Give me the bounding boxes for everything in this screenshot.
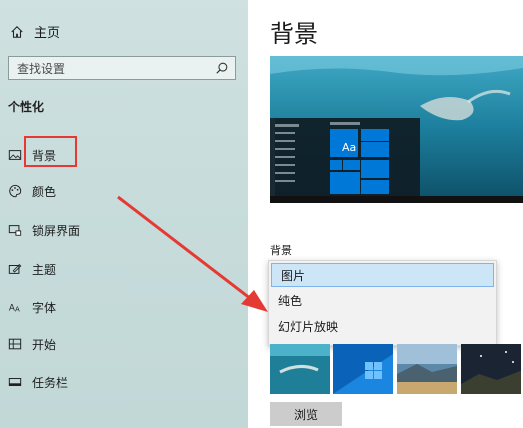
background-highlight-box — [24, 136, 77, 167]
sidebar-item-start[interactable]: 开始 — [0, 329, 248, 359]
search-input[interactable]: 查找设置 — [8, 56, 236, 80]
picture-thumbnail[interactable] — [461, 344, 521, 394]
sidebar-item-label: 字体 — [32, 300, 57, 315]
browse-button[interactable]: 浏览 — [270, 402, 342, 426]
home-label: 主页 — [34, 26, 61, 41]
sidebar-item-label: 开始 — [32, 337, 57, 352]
sidebar-item-taskbar[interactable]: 任务栏 — [0, 367, 248, 397]
sidebar-item-label: 主题 — [32, 262, 57, 277]
home-icon — [11, 25, 23, 38]
theme-icon — [8, 264, 22, 274]
svg-text:A: A — [15, 305, 20, 313]
page-title: 背景 — [270, 20, 318, 48]
svg-text:A: A — [9, 304, 15, 314]
background-label: 背景 — [270, 244, 292, 257]
picture-thumbnail[interactable] — [397, 344, 457, 394]
preview-tile-text: Aa — [342, 141, 357, 154]
recent-pictures — [270, 344, 523, 394]
search-placeholder: 查找设置 — [17, 61, 66, 76]
preview-image — [270, 56, 523, 203]
picture-icon — [8, 150, 22, 160]
search-icon[interactable] — [215, 61, 229, 75]
sidebar-item-fonts[interactable]: A A 字体 — [0, 292, 248, 322]
home-nav-item[interactable]: 主页 — [10, 22, 60, 41]
picture-thumbnail[interactable] — [333, 344, 393, 394]
section-title: 个性化 — [8, 100, 45, 114]
background-type-dropdown[interactable]: 图片 纯色 幻灯片放映 — [268, 260, 497, 346]
sidebar-item-themes[interactable]: 主题 — [0, 254, 248, 284]
sidebar-item-color[interactable]: 颜色 — [0, 176, 248, 206]
dropdown-option-solid-color[interactable]: 纯色 — [269, 287, 496, 313]
dropdown-option-slideshow[interactable]: 幻灯片放映 — [269, 313, 496, 339]
dropdown-option-picture[interactable]: 图片 — [271, 263, 494, 287]
desktop-preview: Aa — [270, 56, 523, 203]
start-icon — [8, 338, 22, 350]
picture-thumbnail[interactable] — [270, 344, 330, 394]
taskbar-icon — [8, 378, 22, 386]
sidebar-item-label: 任务栏 — [32, 375, 69, 390]
lock-screen-icon — [8, 225, 22, 236]
sidebar: 主页 查找设置 个性化 背景 颜色 锁屏界面 主题 A A 字体 开始 任务栏 — [0, 0, 248, 428]
font-icon: A A — [9, 304, 20, 314]
main-content: 背景 Aa 背景 图片 纯色 幻灯片放映 浏览 — [248, 0, 523, 428]
sidebar-item-label: 颜色 — [32, 184, 57, 199]
sidebar-item-lock-screen[interactable]: 锁屏界面 — [0, 215, 248, 245]
sidebar-item-label: 锁屏界面 — [32, 223, 81, 238]
palette-icon — [9, 184, 22, 198]
